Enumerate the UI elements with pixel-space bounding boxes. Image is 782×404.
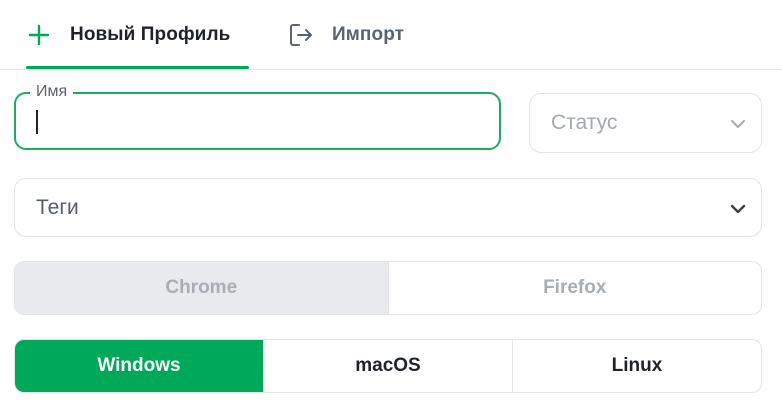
name-field[interactable]: Имя bbox=[14, 83, 501, 150]
status-select[interactable]: Статус bbox=[529, 93, 762, 153]
os-option-linux[interactable]: Linux bbox=[512, 340, 761, 392]
active-tab-indicator bbox=[26, 66, 249, 69]
tags-select[interactable]: Теги bbox=[14, 178, 762, 237]
browser-selector: Chrome Firefox bbox=[14, 261, 762, 315]
chevron-down-icon bbox=[729, 202, 747, 214]
tab-new-profile-label: Новый Профиль bbox=[70, 23, 231, 45]
status-placeholder: Статус bbox=[551, 111, 618, 134]
tab-import[interactable]: Импорт bbox=[288, 0, 428, 69]
profile-tabs: Новый Профиль Импорт bbox=[0, 0, 782, 70]
plus-icon bbox=[26, 22, 52, 48]
chevron-down-icon bbox=[729, 117, 747, 129]
os-option-windows[interactable]: Windows bbox=[15, 340, 263, 392]
browser-option-chrome[interactable]: Chrome bbox=[15, 262, 388, 314]
tab-new-profile[interactable]: Новый Профиль bbox=[26, 0, 250, 69]
tab-import-label: Импорт bbox=[332, 23, 405, 45]
import-icon bbox=[288, 22, 314, 48]
browser-option-firefox[interactable]: Firefox bbox=[387, 262, 762, 314]
name-field-label: Имя bbox=[30, 83, 74, 101]
text-caret bbox=[36, 110, 38, 134]
tags-placeholder: Теги bbox=[36, 195, 79, 219]
os-selector: Windows macOS Linux bbox=[14, 339, 762, 393]
os-option-macos[interactable]: macOS bbox=[263, 340, 512, 392]
